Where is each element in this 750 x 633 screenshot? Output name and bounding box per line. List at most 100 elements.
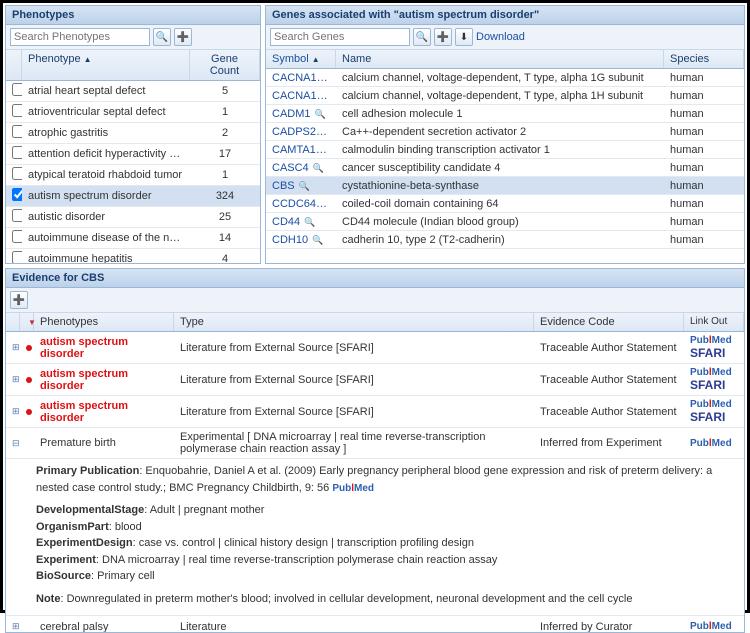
gene-symbol[interactable]: CD44🔍 <box>266 214 336 230</box>
gene-row[interactable]: CDH22🔍cadherin 22, type 2human <box>266 249 744 251</box>
magnify-icon[interactable]: 🔍 <box>299 181 310 191</box>
col-evidence-code[interactable]: Evidence Code <box>534 313 684 331</box>
dot-indicator <box>20 403 34 421</box>
col-symbol[interactable]: Symbol▲ <box>266 50 336 68</box>
phenotype-checkbox[interactable] <box>12 146 22 159</box>
phenotype-row[interactable]: autism spectrum disorder324 <box>6 186 260 207</box>
col-name[interactable]: Name <box>336 50 664 68</box>
genes-search-input[interactable] <box>270 28 410 46</box>
gene-symbol[interactable]: CASC4🔍 <box>266 160 336 176</box>
pubmed-link[interactable]: PublMed <box>690 399 738 410</box>
col-link-out[interactable]: Link Out <box>684 313 744 331</box>
phenotype-row[interactable]: atypical teratoid rhabdoid tumor1 <box>6 165 260 186</box>
phenotype-row[interactable]: attention deficit hyperactivity disorder… <box>6 144 260 165</box>
gene-symbol[interactable]: CADM1🔍 <box>266 106 336 122</box>
magnify-icon[interactable]: 🔍 <box>313 163 324 173</box>
col-phenotype[interactable]: Phenotype▲ <box>22 50 190 80</box>
magnify-icon[interactable]: 🔍 <box>320 199 331 209</box>
link-out: PublMedSFARI <box>684 332 744 363</box>
add-icon[interactable]: ➕ <box>10 291 28 309</box>
evidence-code: Inferred by Curator <box>534 618 684 633</box>
dot-indicator <box>20 371 34 389</box>
phenotype-checkbox[interactable] <box>12 230 22 243</box>
gene-row[interactable]: CAMTA1🔍calmodulin binding transcription … <box>266 141 744 159</box>
pubmed-link[interactable]: PublMed <box>690 438 738 449</box>
gene-row[interactable]: CD44🔍CD44 molecule (Indian blood group)h… <box>266 213 744 231</box>
expand-icon[interactable]: ⊞ <box>6 371 20 388</box>
magnify-icon[interactable]: 🔍 <box>315 109 326 119</box>
gene-symbol[interactable]: CACNA1H🔍 <box>266 88 336 104</box>
phenotype-row[interactable]: atrophic gastritis2 <box>6 123 260 144</box>
gene-row[interactable]: CCDC64🔍coiled-coil domain containing 64h… <box>266 195 744 213</box>
genes-column-header: Symbol▲ Name Species <box>266 50 744 69</box>
phenotype-checkbox[interactable] <box>12 104 22 117</box>
phenotype-checkbox[interactable] <box>12 251 22 263</box>
expand-icon[interactable]: ⊞ <box>6 618 20 632</box>
gene-symbol[interactable]: CAMTA1🔍 <box>266 142 336 158</box>
gene-symbol[interactable]: CACNA1G🔍 <box>266 70 336 86</box>
phenotype-checkbox[interactable] <box>12 167 22 180</box>
phenotype-name: autism spectrum disorder <box>22 188 190 204</box>
pubmed-link[interactable]: PublMed <box>690 621 738 632</box>
link-out: PublMedSFARI <box>684 396 744 427</box>
add-icon[interactable]: ➕ <box>434 28 452 46</box>
phenotype-checkbox[interactable] <box>12 188 22 201</box>
magnify-icon[interactable]: 🔍 <box>304 217 315 227</box>
gene-name: CD44 molecule (Indian blood group) <box>336 214 664 230</box>
phenotype-row[interactable]: autoimmune disease of the nervous sy...1… <box>6 228 260 249</box>
gene-symbol[interactable]: CDH10🔍 <box>266 232 336 248</box>
search-icon[interactable]: 🔍 <box>413 28 431 46</box>
phenotype-row[interactable]: autistic disorder25 <box>6 207 260 228</box>
sfari-link[interactable]: SFARI <box>690 410 738 424</box>
gene-symbol[interactable]: CBS🔍 <box>266 178 336 194</box>
gene-row[interactable]: CADM1🔍cell adhesion molecule 1human <box>266 105 744 123</box>
magnify-icon[interactable]: 🔍 <box>329 73 336 83</box>
download-icon[interactable]: ⬇ <box>455 28 473 46</box>
gene-row[interactable]: CBS🔍cystathionine-beta-synthasehuman <box>266 177 744 195</box>
phenotype-checkbox[interactable] <box>12 125 22 138</box>
phenotype-checkbox[interactable] <box>12 209 22 222</box>
pubmed-link[interactable]: PublMed <box>332 483 374 494</box>
gene-row[interactable]: CDH10🔍cadherin 10, type 2 (T2-cadherin)h… <box>266 231 744 249</box>
evidence-code: Traceable Author Statement <box>534 371 684 389</box>
magnify-icon[interactable]: 🔍 <box>312 235 323 245</box>
evidence-code: Traceable Author Statement <box>534 403 684 421</box>
sfari-link[interactable]: SFARI <box>690 378 738 392</box>
magnify-icon[interactable]: 🔍 <box>320 145 331 155</box>
download-link[interactable]: Download <box>476 31 525 43</box>
gene-name: coiled-coil domain containing 64 <box>336 196 664 212</box>
phenotype-checkbox[interactable] <box>12 83 22 96</box>
search-icon[interactable]: 🔍 <box>153 28 171 46</box>
gene-species: human <box>664 232 744 248</box>
sfari-link[interactable]: SFARI <box>690 346 738 360</box>
pubmed-link[interactable]: PublMed <box>690 367 738 378</box>
gene-row[interactable]: CACNA1G🔍calcium channel, voltage-depende… <box>266 69 744 87</box>
evidence-type: Literature from External Source [SFARI] <box>174 403 534 421</box>
gene-symbol[interactable]: CCDC64🔍 <box>266 196 336 212</box>
evidence-row: ⊞cerebral palsyLiteratureInferred by Cur… <box>6 616 744 632</box>
col-type[interactable]: Type <box>174 313 534 331</box>
gene-symbol[interactable]: CADPS2🔍 <box>266 124 336 140</box>
expand-icon[interactable]: ⊟ <box>6 435 20 452</box>
phenotype-row[interactable]: atrial heart septal defect5 <box>6 81 260 102</box>
phenotype-row[interactable]: atrioventricular septal defect1 <box>6 102 260 123</box>
col-species[interactable]: Species <box>664 50 744 68</box>
gene-symbol[interactable]: CDH22🔍 <box>266 250 336 252</box>
phenotypes-toolbar: 🔍 ➕ <box>6 25 260 50</box>
col-gene-count[interactable]: Gene Count <box>190 50 260 80</box>
gene-row[interactable]: CACNA1H🔍calcium channel, voltage-depende… <box>266 87 744 105</box>
col-phenotypes[interactable]: Phenotypes <box>34 313 174 331</box>
magnify-icon[interactable]: 🔍 <box>329 91 336 101</box>
expand-icon[interactable]: ⊞ <box>6 403 20 420</box>
add-icon[interactable]: ➕ <box>174 28 192 46</box>
gene-row[interactable]: CADPS2🔍Ca++-dependent secretion activato… <box>266 123 744 141</box>
phenotype-row[interactable]: autoimmune hepatitis4 <box>6 249 260 263</box>
pubmed-link[interactable]: PublMed <box>690 335 738 346</box>
phenotypes-search-input[interactable] <box>10 28 150 46</box>
evidence-row: ⊟Premature birthExperimental [ DNA micro… <box>6 428 744 459</box>
gene-species: human <box>664 124 744 140</box>
expand-icon[interactable]: ⊞ <box>6 339 20 356</box>
gene-row[interactable]: CASC4🔍cancer susceptibility candidate 4h… <box>266 159 744 177</box>
col-dot-sort[interactable]: ▼ <box>20 313 34 331</box>
magnify-icon[interactable]: 🔍 <box>320 127 331 137</box>
